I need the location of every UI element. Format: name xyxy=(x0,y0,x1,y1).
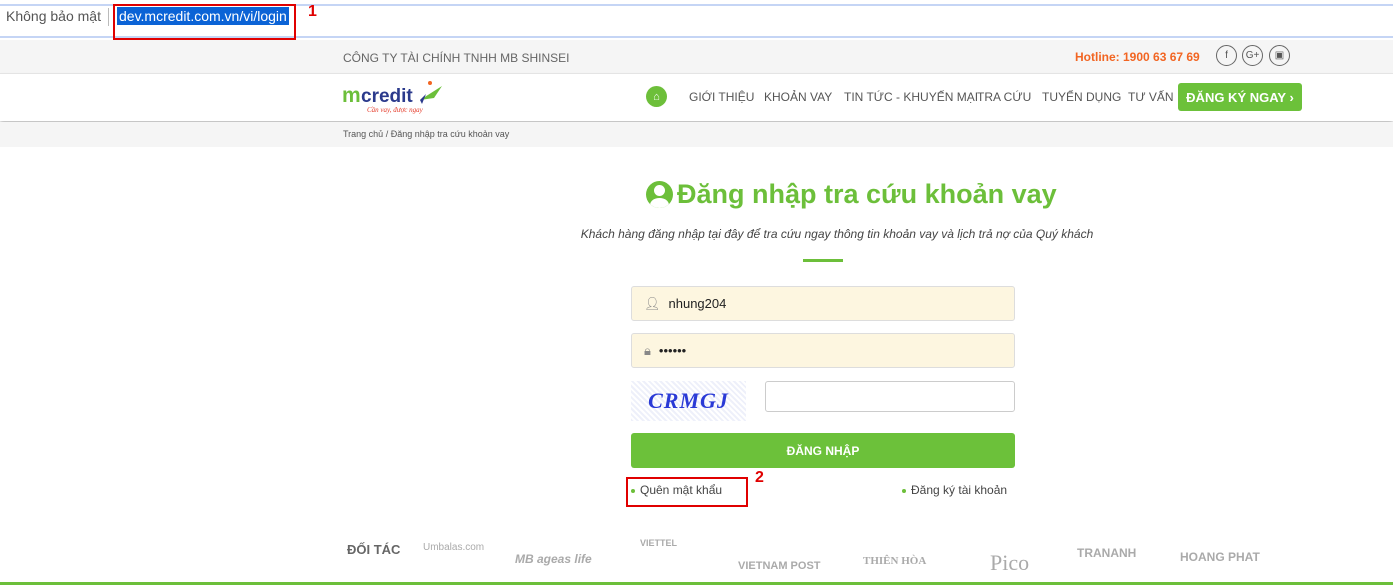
partner-logo[interactable]: TRANANH xyxy=(1077,546,1136,560)
annotation-label-2: 2 xyxy=(755,469,764,486)
mcredit-logo[interactable]: m credit Cần vay, được ngay xyxy=(342,80,452,116)
google-plus-icon[interactable]: G+ xyxy=(1242,45,1263,66)
partner-logo[interactable]: THIÊN HÒA xyxy=(863,555,926,567)
annotation-box-1 xyxy=(113,4,296,40)
username-input[interactable]: 👤︎ nhung204 xyxy=(631,286,1015,321)
lock-icon: 🔒︎ xyxy=(644,342,651,358)
user-icon: 👤︎ xyxy=(644,295,661,311)
page-subtitle: Khách hàng đăng nhập tại đây để tra cứu … xyxy=(580,227,1094,241)
partner-logo[interactable]: Umbalas.com xyxy=(423,542,484,553)
nav-item-tu-van[interactable]: TƯ VẤN xyxy=(1128,90,1174,104)
password-input[interactable]: 🔒︎ •••••• xyxy=(631,333,1015,368)
annotation-label-1: 1 xyxy=(308,3,317,20)
nav-item-tuyen-dung[interactable]: TUYỂN DỤNG xyxy=(1042,90,1121,104)
user-circle-icon xyxy=(646,181,673,208)
password-value: •••••• xyxy=(658,343,687,358)
partner-logo[interactable]: Pico xyxy=(990,550,1029,576)
security-indicator[interactable]: Không bảo mật xyxy=(6,8,101,24)
youtube-icon[interactable]: ▣ xyxy=(1269,45,1290,66)
login-button[interactable]: ĐĂNG NHẬP xyxy=(631,433,1015,468)
breadcrumb-bar xyxy=(0,122,1393,147)
nav-item-tin-tuc[interactable]: TIN TỨC - KHUYẾN MẠI xyxy=(844,90,978,104)
home-icon[interactable]: ⌂ xyxy=(646,86,667,107)
nav-item-gioi-thieu[interactable]: GIỚI THIỆU xyxy=(689,90,754,104)
partner-logo[interactable]: VIETTEL xyxy=(640,538,677,548)
svg-text:m: m xyxy=(342,84,361,107)
title-underline xyxy=(803,259,843,262)
partner-logo[interactable]: VIETNAM POST xyxy=(738,560,821,572)
hotline[interactable]: Hotline: 1900 63 67 69 xyxy=(1075,50,1200,64)
captcha-input[interactable] xyxy=(765,381,1015,412)
page-title-text: Đăng nhập tra cứu khoản vay xyxy=(677,179,1057,209)
nav-item-tra-cuu[interactable]: TRA CỨU xyxy=(977,90,1031,104)
annotation-box-2 xyxy=(626,477,748,507)
svg-text:credit: credit xyxy=(361,86,413,107)
partners-label: ĐỐI TÁC xyxy=(347,542,401,557)
partner-logo[interactable]: HOANG PHAT xyxy=(1180,550,1260,564)
username-value: nhung204 xyxy=(668,296,727,311)
divider xyxy=(108,8,109,26)
facebook-icon[interactable]: f xyxy=(1216,45,1237,66)
nav-item-khoan-vay[interactable]: KHOẢN VAY xyxy=(764,90,832,104)
partner-logo[interactable]: MB ageas life xyxy=(515,552,592,566)
company-name: CÔNG TY TÀI CHÍNH TNHH MB SHINSEI xyxy=(343,51,570,65)
breadcrumb[interactable]: Trang chủ / Đăng nhập tra cứu khoản vay xyxy=(343,129,509,139)
signup-link[interactable]: Đăng ký tài khoản xyxy=(902,483,1007,497)
register-now-button[interactable]: ĐĂNG KÝ NGAY › xyxy=(1178,83,1302,111)
page-title: Đăng nhập tra cứu khoản vay xyxy=(646,179,1057,210)
captcha-image: CRMGJ xyxy=(631,381,746,421)
svg-text:Cần vay, được ngay: Cần vay, được ngay xyxy=(367,106,424,114)
